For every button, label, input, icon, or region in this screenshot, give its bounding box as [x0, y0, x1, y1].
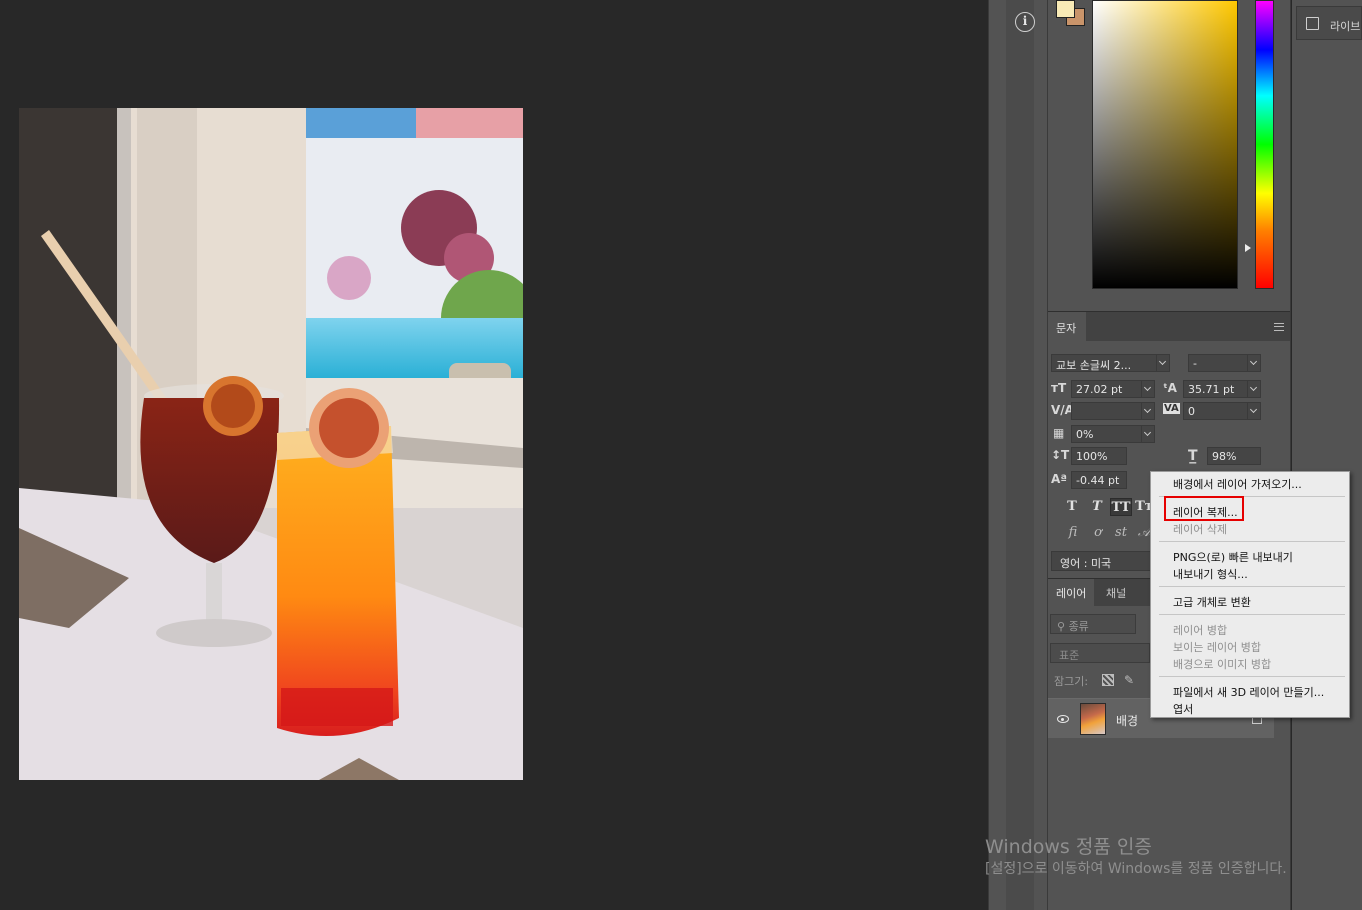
menu-item-convert-smart-object[interactable]: 고급 개체로 변환: [1173, 594, 1251, 610]
chevron-down-icon[interactable]: [1141, 402, 1155, 420]
faux-bold-button[interactable]: T: [1062, 498, 1082, 516]
baseline-shift-icon: Aª: [1051, 472, 1068, 486]
activation-watermark-title: Windows 정품 인증: [985, 836, 1152, 858]
libraries-icon: [1306, 17, 1319, 30]
baseline-shift-field[interactable]: -0.44 pt: [1071, 471, 1127, 489]
tracking-icon: VA: [1163, 403, 1180, 414]
info-icon[interactable]: i: [1015, 12, 1035, 32]
color-saturation-field[interactable]: [1092, 0, 1238, 289]
menu-item-merge-layers: 레이어 병합: [1173, 624, 1228, 637]
chevron-down-icon[interactable]: [1141, 380, 1155, 398]
highlight-box: [1164, 496, 1244, 521]
hue-slider-handle[interactable]: [1245, 244, 1251, 252]
vertical-scale-field[interactable]: 100%: [1071, 447, 1127, 465]
menu-item-export-as[interactable]: 내보내기 형식...: [1173, 566, 1248, 582]
document-canvas[interactable]: [0, 0, 988, 910]
all-caps-button[interactable]: TT: [1110, 498, 1132, 516]
libraries-tab-label: 라이브: [1330, 20, 1361, 33]
photo-image[interactable]: [19, 108, 523, 780]
font-style-select[interactable]: -: [1188, 354, 1250, 372]
leading-field[interactable]: 35.71 pt: [1183, 380, 1249, 398]
layer-thumbnail: [1080, 703, 1106, 735]
menu-item-delete-layer: 레이어 삭제: [1173, 523, 1228, 536]
tab-channels[interactable]: 채널: [1098, 579, 1134, 607]
dock-column: [1006, 0, 1034, 910]
menu-item-layer-from-background[interactable]: 배경에서 레이어 가져오기...: [1173, 476, 1302, 492]
blend-mode-select[interactable]: 표준: [1050, 643, 1150, 663]
tsume-icon: ▦: [1053, 426, 1065, 440]
foreground-color-swatch[interactable]: [1056, 0, 1075, 18]
menu-separator: [1159, 614, 1345, 615]
hue-slider[interactable]: [1255, 0, 1274, 289]
menu-item-new-3d-layer[interactable]: 파일에서 새 3D 레이어 만들기...: [1173, 684, 1324, 700]
font-size-field[interactable]: 27.02 pt: [1071, 380, 1143, 398]
font-size-icon: ᴛT: [1051, 381, 1067, 395]
vertical-scale-icon: ↕T: [1051, 448, 1070, 462]
activation-watermark-subtitle: [설정]으로 이동하여 Windows를 정품 인증합니다.: [985, 861, 1287, 877]
chevron-down-icon[interactable]: [1247, 402, 1261, 420]
menu-separator: [1159, 676, 1345, 677]
tab-layers[interactable]: 레이어: [1048, 579, 1095, 607]
font-family-select[interactable]: 교보 손글씨 2...: [1051, 354, 1157, 372]
eye-icon[interactable]: [1057, 715, 1069, 723]
language-select[interactable]: 영어 : 미국: [1051, 551, 1151, 571]
drinks-photo: [19, 108, 523, 780]
layer-name[interactable]: 배경: [1116, 712, 1138, 729]
discretionary-ligatures-button[interactable]: st: [1112, 525, 1130, 543]
panel-dock-right: [1292, 0, 1362, 910]
tab-character[interactable]: 문자: [1048, 312, 1086, 342]
character-panel-header: 문자: [1048, 311, 1290, 342]
tsume-field[interactable]: 0%: [1071, 425, 1143, 443]
layer-filter-select[interactable]: ⚲ 종류: [1050, 614, 1136, 634]
panel-menu-icon[interactable]: [1274, 323, 1284, 331]
menu-separator: [1159, 541, 1345, 542]
menu-item-flatten-image: 배경으로 이미지 병합: [1173, 658, 1272, 671]
search-icon: ⚲: [1057, 620, 1069, 633]
kerning-field[interactable]: [1071, 402, 1143, 420]
lock-transparency-icon[interactable]: [1102, 674, 1114, 686]
menu-separator: [1159, 586, 1345, 587]
chevron-down-icon[interactable]: [1247, 380, 1261, 398]
leading-icon: ᵗA: [1163, 381, 1177, 395]
chevron-down-icon[interactable]: [1141, 425, 1155, 443]
tracking-field[interactable]: 0: [1183, 402, 1249, 420]
contextual-alternates-button[interactable]: ơ: [1089, 525, 1107, 543]
lock-pixels-icon[interactable]: ✎: [1124, 674, 1136, 686]
menu-item-merge-visible: 보이는 레이어 병합: [1173, 641, 1261, 654]
chevron-down-icon[interactable]: [1156, 354, 1170, 372]
chevron-down-icon[interactable]: [1247, 354, 1261, 372]
panel-dock-left: [988, 0, 1047, 910]
menu-item-postcard[interactable]: 엽서: [1173, 701, 1193, 717]
horizontal-scale-icon: T̲: [1188, 448, 1198, 464]
faux-italic-button[interactable]: T: [1087, 498, 1107, 516]
lock-label: 잠그기:: [1054, 675, 1089, 688]
horizontal-scale-field[interactable]: 98%: [1207, 447, 1261, 465]
libraries-tab[interactable]: 라이브: [1296, 6, 1362, 40]
ligatures-button[interactable]: ﬁ: [1064, 525, 1082, 543]
layer-filter-label: 종류: [1068, 620, 1089, 633]
menu-item-quick-export-png[interactable]: PNG으(로) 빠른 내보내기: [1173, 549, 1293, 565]
